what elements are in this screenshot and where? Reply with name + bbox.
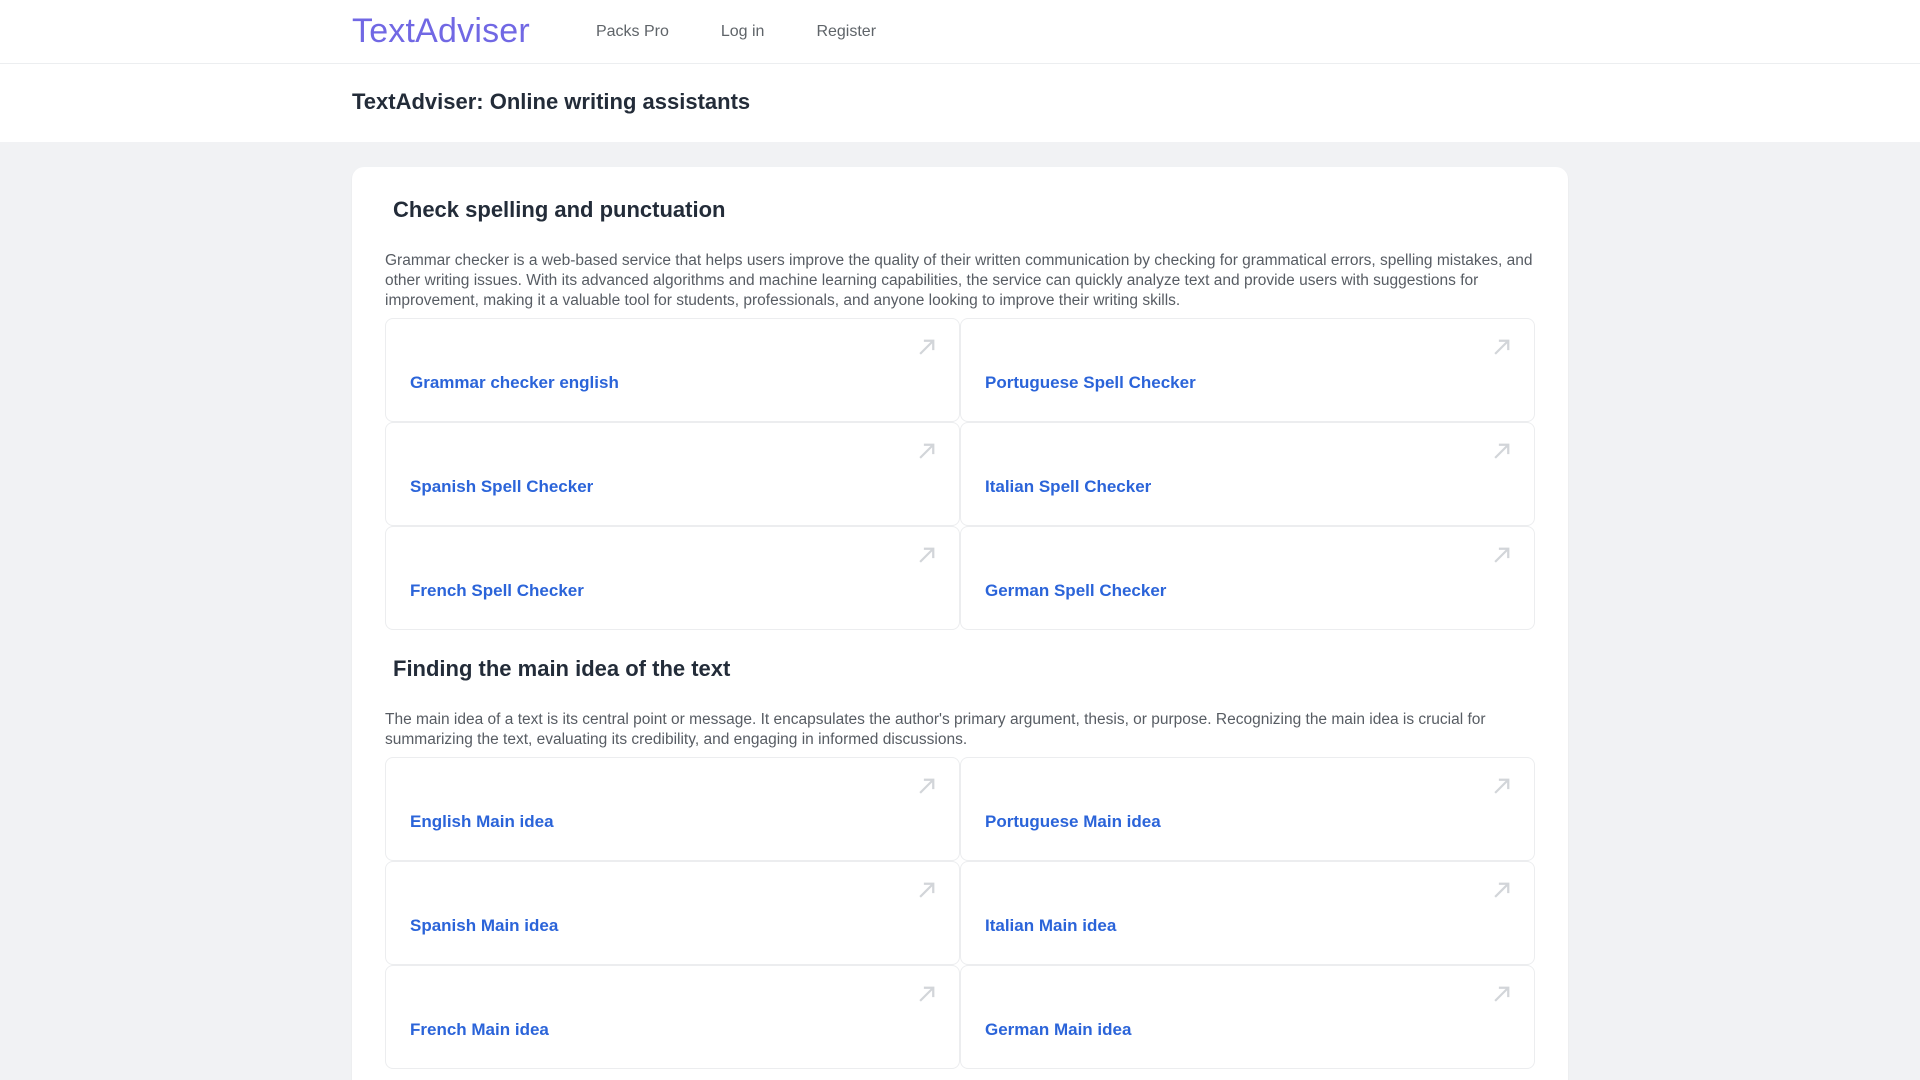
nav-item-register[interactable]: Register [814,17,878,47]
assistant-section: Finding the main idea of the text The ma… [385,656,1535,1069]
assistant-card[interactable]: Portuguese Spell Checker [960,318,1535,422]
arrow-up-right-icon [912,332,942,362]
assistant-link-label: Spanish Spell Checker [410,477,593,497]
assistant-section: Check spelling and punctuation Grammar c… [385,197,1535,630]
assistant-card[interactable]: French Main idea [385,965,960,1069]
arrow-up-right-icon [912,875,942,905]
assistant-link-label: Italian Main idea [985,916,1116,936]
arrow-up-right-icon [912,771,942,801]
main-content: Check spelling and punctuation Grammar c… [0,142,1920,1080]
assistant-card[interactable]: German Spell Checker [960,526,1535,630]
section-description: The main idea of a text is its central p… [385,710,1535,750]
section-description: Grammar checker is a web-based service t… [385,251,1535,311]
section-heading: Check spelling and punctuation [385,197,1535,223]
assistant-card[interactable]: Italian Spell Checker [960,422,1535,526]
arrow-up-right-icon [1487,771,1517,801]
arrow-up-right-icon [1487,540,1517,570]
assistants-card: Check spelling and punctuation Grammar c… [352,167,1568,1080]
assistant-card[interactable]: German Main idea [960,965,1535,1069]
section-heading: Finding the main idea of the text [385,656,1535,682]
nav-item-log-in[interactable]: Log in [719,17,767,47]
assistant-link-label: English Main idea [410,812,554,832]
arrow-up-right-icon [1487,332,1517,362]
assistant-card[interactable]: Grammar checker english [385,318,960,422]
assistant-link-label: French Main idea [410,1020,549,1040]
assistant-card[interactable]: English Main idea [385,757,960,861]
arrow-up-right-icon [1487,979,1517,1009]
assistant-link-label: Portuguese Spell Checker [985,373,1196,393]
assistant-link-label: Grammar checker english [410,373,619,393]
assistant-link-label: Spanish Main idea [410,916,558,936]
assistant-card[interactable]: Spanish Spell Checker [385,422,960,526]
assistant-card[interactable]: French Spell Checker [385,526,960,630]
arrow-up-right-icon [912,979,942,1009]
arrow-up-right-icon [1487,875,1517,905]
assistant-link-label: Portuguese Main idea [985,812,1161,832]
assistant-link-label: German Main idea [985,1020,1131,1040]
page-title-band: TextAdviser: Online writing assistants [0,64,1920,142]
assistant-link-grid: English Main idea Portuguese Main idea Spa… [385,757,1535,1069]
brand-logo[interactable]: TextAdviser [352,12,530,51]
arrow-up-right-icon [1487,436,1517,466]
main-nav: Packs Pro Log in Register [594,17,878,47]
top-navbar: TextAdviser Packs Pro Log in Register [0,0,1920,64]
assistant-link-label: German Spell Checker [985,581,1166,601]
assistant-card[interactable]: Spanish Main idea [385,861,960,965]
nav-item-packs-pro[interactable]: Packs Pro [594,17,671,47]
assistant-card[interactable]: Portuguese Main idea [960,757,1535,861]
arrow-up-right-icon [912,436,942,466]
assistant-link-grid: Grammar checker english Portuguese Spell … [385,318,1535,630]
assistant-link-label: French Spell Checker [410,581,584,601]
arrow-up-right-icon [912,540,942,570]
page-title: TextAdviser: Online writing assistants [352,89,1568,115]
assistant-link-label: Italian Spell Checker [985,477,1151,497]
assistant-card[interactable]: Italian Main idea [960,861,1535,965]
